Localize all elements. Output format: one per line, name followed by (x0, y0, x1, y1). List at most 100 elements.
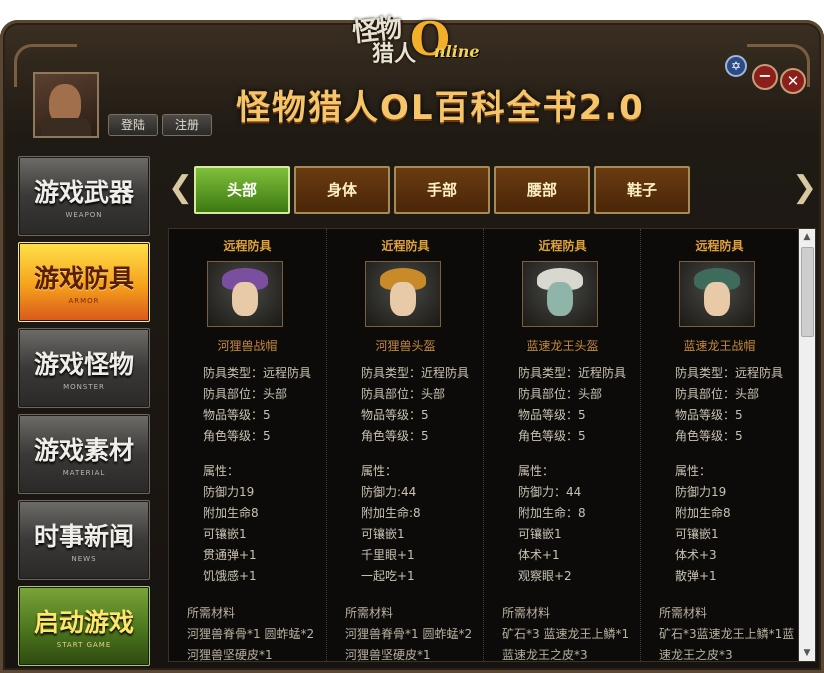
close-icon[interactable]: ✕ (780, 68, 806, 94)
material-line: 河狸兽脊骨*1 圆蚱蜢*2 (345, 627, 473, 641)
armor-info-line: 防具部位：头部 (675, 387, 760, 401)
armor-card: 远程防具 河狸兽战帽 防具类型：远程防具 防具部位：头部 物品等级：5 角色等级… (169, 229, 326, 661)
armor-attr: 附加生命8 (675, 506, 731, 520)
vertical-scrollbar[interactable]: ▲ ▼ (798, 228, 816, 662)
armor-attr: 防御力19 (675, 485, 727, 499)
armor-attr: 可镶嵌1 (518, 527, 562, 541)
armor-attr: 防御力:44 (361, 485, 417, 499)
armor-info-line: 角色等级：5 (203, 429, 271, 443)
armor-name[interactable]: 河狸兽头盔 (327, 337, 484, 354)
armor-image[interactable] (365, 261, 441, 327)
armor-attr: 体术+1 (518, 548, 560, 562)
sidebar-item-sublabel: WEAPON (65, 211, 103, 219)
materials-title: 所需材料 (659, 606, 708, 620)
armor-info-line: 防具部位：头部 (361, 387, 446, 401)
sidebar-item-material[interactable]: 游戏素材 MATERIAL (18, 414, 150, 494)
armor-info: 防具类型：近程防具 防具部位：头部 物品等级：5 角色等级：5 属性： 防御力:… (361, 363, 469, 587)
material-line: 蓝速龙王之皮*3 (502, 648, 588, 662)
sidebar-item-sublabel: MONSTER (63, 383, 105, 391)
minimize-icon[interactable]: − (752, 64, 778, 90)
armor-attr: 可镶嵌1 (675, 527, 719, 541)
armor-name[interactable]: 蓝速龙王头盔 (484, 337, 641, 354)
sidebar-item-label: 游戏武器 (33, 178, 134, 207)
armor-face-shape (547, 282, 573, 316)
armor-info-line: 防具部位：头部 (203, 387, 288, 401)
armor-attr-title: 属性： (203, 464, 240, 478)
armor-attr: 附加生命8 (203, 506, 259, 520)
login-button[interactable]: 登陆 (108, 114, 158, 136)
tab-body[interactable]: 身体 (294, 166, 390, 214)
armor-face-shape (232, 282, 258, 316)
armor-info-line: 防具类型：远程防具 (203, 366, 312, 380)
game-logo: 怪物 猎人 O nline (342, 2, 488, 70)
armor-info-line: 物品等级：5 (675, 408, 743, 422)
sidebar-item-label: 游戏怪物 (33, 350, 134, 379)
armor-image[interactable] (522, 261, 598, 327)
armor-name[interactable]: 蓝速龙王战帽 (641, 337, 798, 354)
armor-list: 远程防具 河狸兽战帽 防具类型：远程防具 防具部位：头部 物品等级：5 角色等级… (168, 228, 800, 662)
materials-title: 所需材料 (345, 606, 394, 620)
armor-attr: 防御力：44 (518, 485, 582, 499)
armor-info-line: 角色等级：5 (361, 429, 429, 443)
tab-hands[interactable]: 手部 (394, 166, 490, 214)
page-title: 怪物猎人OL百科全书2.0 (236, 88, 645, 128)
scroll-thumb[interactable] (801, 247, 814, 337)
armor-attr: 散弹+1 (675, 569, 717, 583)
armor-image[interactable] (207, 261, 283, 327)
sidebar-item-sublabel: START GAME (56, 641, 112, 649)
armor-attr-title: 属性： (675, 464, 712, 478)
logo-online: nline (434, 42, 480, 61)
materials-title: 所需材料 (187, 606, 236, 620)
sidebar-item-label: 游戏防具 (33, 264, 134, 293)
armor-attr-title: 属性： (518, 464, 555, 478)
materials-title: 所需材料 (502, 606, 551, 620)
avatar-body (41, 118, 91, 136)
armor-materials: 所需材料 矿石*3蓝速龙王上鳞*1蓝 速龙王之皮*3 (659, 603, 795, 662)
armor-attr: 贯通弹+1 (203, 548, 257, 562)
armor-info: 防具类型：远程防具 防具部位：头部 物品等级：5 角色等级：5 属性： 防御力1… (675, 363, 783, 587)
sidebar-item-news[interactable]: 时事新闻 NEWS (18, 500, 150, 580)
armor-face-shape (390, 282, 416, 316)
armor-info: 防具类型：远程防具 防具部位：头部 物品等级：5 角色等级：5 属性： 防御力1… (203, 363, 311, 587)
material-line: 速龙王之皮*3 (659, 648, 733, 662)
start-game-button[interactable]: 启动游戏 START GAME (18, 586, 150, 666)
sidebar-item-sublabel: ARMOR (68, 297, 100, 305)
sidebar-item-armor[interactable]: 游戏防具 ARMOR (18, 242, 150, 322)
armor-card: 远程防具 蓝速龙王战帽 防具类型：远程防具 防具部位：头部 物品等级：5 角色等… (640, 229, 798, 661)
tab-waist[interactable]: 腰部 (494, 166, 590, 214)
armor-name[interactable]: 河狸兽战帽 (169, 337, 326, 354)
avatar[interactable] (33, 72, 99, 138)
material-line: 河狸兽坚硬皮*1 (187, 648, 273, 662)
armor-info: 防具类型：近程防具 防具部位：头部 物品等级：5 角色等级：5 属性： 防御力：… (518, 363, 626, 587)
armor-part-tabs: ❮ 头部 身体 手部 腰部 鞋子 ❯ (168, 164, 817, 214)
armor-face-shape (704, 282, 730, 316)
scroll-up-icon[interactable]: ▲ (799, 229, 815, 245)
armor-card: 近程防具 河狸兽头盔 防具类型：近程防具 防具部位：头部 物品等级：5 角色等级… (326, 229, 484, 661)
scroll-down-icon[interactable]: ▼ (799, 645, 815, 661)
sidebar: 游戏武器 WEAPON 游戏防具 ARMOR 游戏怪物 MONSTER 游戏素材… (18, 156, 150, 672)
settings-icon[interactable]: ✡ (725, 55, 747, 77)
armor-attr: 一起吃+1 (361, 569, 415, 583)
register-button[interactable]: 注册 (162, 114, 212, 136)
armor-attr: 体术+3 (675, 548, 717, 562)
armor-type: 远程防具 (695, 239, 744, 253)
sidebar-item-monster[interactable]: 游戏怪物 MONSTER (18, 328, 150, 408)
sidebar-item-weapon[interactable]: 游戏武器 WEAPON (18, 156, 150, 236)
material-line: 河狸兽脊骨*1 圆蚱蜢*2 (187, 627, 315, 641)
tabs-next-icon[interactable]: ❯ (792, 170, 817, 206)
armor-image[interactable] (679, 261, 755, 327)
tabs-prev-icon[interactable]: ❮ (168, 170, 193, 206)
armor-attr: 饥饿感+1 (203, 569, 257, 583)
armor-attr: 观察眼+2 (518, 569, 572, 583)
tab-shoes[interactable]: 鞋子 (594, 166, 690, 214)
armor-materials: 所需材料 河狸兽脊骨*1 圆蚱蜢*2 河狸兽坚硬皮*1 (345, 603, 481, 661)
armor-info-line: 角色等级：5 (518, 429, 586, 443)
tab-head[interactable]: 头部 (194, 166, 290, 214)
sidebar-item-sublabel: NEWS (71, 555, 97, 563)
armor-card: 近程防具 蓝速龙王头盔 防具类型：近程防具 防具部位：头部 物品等级：5 角色等… (483, 229, 641, 661)
armor-attr: 防御力19 (203, 485, 255, 499)
armor-info-line: 防具类型：远程防具 (675, 366, 784, 380)
material-line: 矿石*3 蓝速龙王上鳞*1 (502, 627, 630, 641)
sidebar-item-label: 时事新闻 (33, 522, 134, 551)
sidebar-item-label: 启动游戏 (33, 608, 134, 637)
